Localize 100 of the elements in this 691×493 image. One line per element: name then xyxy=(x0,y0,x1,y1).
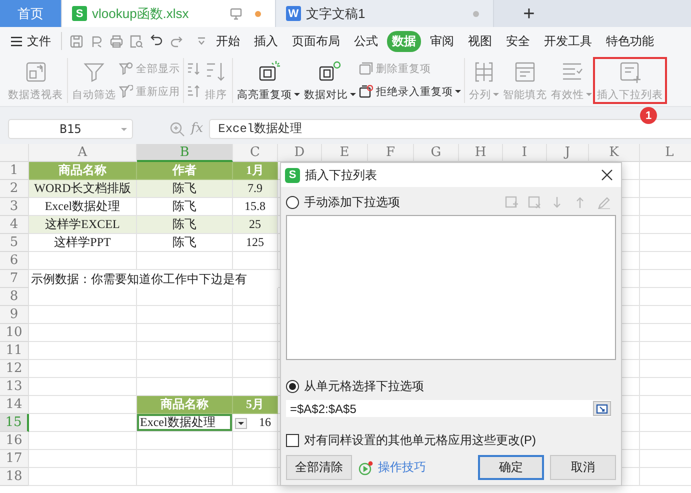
column-header[interactable]: G xyxy=(414,144,459,162)
filter-eye-icon xyxy=(119,62,133,76)
table-cell: 陈飞 xyxy=(137,180,233,198)
row-header[interactable]: 9 xyxy=(0,306,29,324)
more-icon xyxy=(196,36,207,46)
ribbon-button[interactable]: 高亮重复项 xyxy=(235,58,302,103)
note-text: 示例数据：你需要知道你工作中下边是有 xyxy=(29,270,278,288)
row-header[interactable]: 10 xyxy=(0,324,29,342)
header-cell: 商品名称 xyxy=(137,396,233,414)
dialog-title: 插入下拉列表 xyxy=(305,166,378,184)
radio-button[interactable] xyxy=(286,196,299,208)
print-icon xyxy=(110,34,123,48)
row-header[interactable]: 16 xyxy=(0,432,29,450)
checkbox[interactable] xyxy=(286,434,299,446)
filter-refresh-icon xyxy=(119,84,133,99)
table-cell[interactable]: Excel数据处理 xyxy=(137,414,233,432)
row-header[interactable]: 6 xyxy=(0,252,29,270)
name-box[interactable]: B15 xyxy=(8,118,133,138)
header-cell: 1月 xyxy=(233,162,278,180)
dropdown-button[interactable] xyxy=(235,418,247,429)
column-header[interactable]: J xyxy=(547,144,589,162)
checkbox-label: 对有同样设置的其他单元格应用这些更改(P) xyxy=(304,432,536,448)
table-cell: WORD长文档排版 xyxy=(29,180,137,198)
row-header[interactable]: 8 xyxy=(0,288,29,306)
cancel-button[interactable]: 取消 xyxy=(550,455,616,480)
tips-link[interactable]: 操作技巧 xyxy=(378,459,426,476)
header-cell: 商品名称 xyxy=(29,162,137,180)
ribbon-button[interactable]: 数据对比 xyxy=(302,58,358,103)
column-header[interactable]: D xyxy=(278,144,322,162)
reject-duplicates-icon xyxy=(359,84,373,99)
range-field[interactable]: =$A$2:$A$5 xyxy=(286,400,611,417)
ribbon-button[interactable]: 拒绝录入重复项 xyxy=(359,82,461,102)
table-cell: 这样学EXCEL xyxy=(29,216,137,234)
option-label: 手动添加下拉选项 xyxy=(304,194,400,210)
function-label: fx xyxy=(191,121,204,136)
row-header[interactable]: 12 xyxy=(0,360,29,378)
document-tab[interactable]: S vlookup函数.xlsx xyxy=(62,0,276,27)
menu-tab[interactable]: 公式 xyxy=(349,30,383,52)
row-header[interactable]: 14 xyxy=(0,396,29,414)
menu-tab[interactable]: 开始 xyxy=(211,30,245,52)
select-all-corner[interactable] xyxy=(0,144,29,162)
row-header[interactable]: 1 xyxy=(0,162,29,180)
range-picker-button[interactable] xyxy=(593,401,611,416)
range-picker-icon xyxy=(596,404,608,414)
document-tab[interactable]: W 文字文稿1 xyxy=(276,0,494,27)
fill-icon xyxy=(513,60,537,84)
column-header[interactable]: K xyxy=(589,144,640,162)
row-header[interactable]: 18 xyxy=(0,468,29,486)
row-header[interactable]: 13 xyxy=(0,378,29,396)
column-header[interactable]: B xyxy=(137,144,233,162)
compare-icon xyxy=(318,60,342,84)
row-header[interactable]: 11 xyxy=(0,342,29,360)
undo-icon xyxy=(150,33,163,46)
row-header[interactable]: 5 xyxy=(0,234,29,252)
formula-field[interactable]: Excel数据处理 xyxy=(209,118,691,138)
row-header[interactable]: 4 xyxy=(0,216,29,234)
document-tab[interactable]: 首页 xyxy=(0,0,62,27)
row-header[interactable]: 3 xyxy=(0,198,29,216)
sort-ascending-icon xyxy=(187,62,201,76)
menu-tab[interactable]: 安全 xyxy=(501,30,535,52)
pivot-table-icon xyxy=(24,60,48,84)
table-cell: 7.9 xyxy=(233,180,278,198)
row-header[interactable]: 7 xyxy=(0,270,29,288)
radio-button[interactable] xyxy=(286,380,299,392)
menu-tab[interactable]: 审阅 xyxy=(425,30,459,52)
save-icon xyxy=(70,34,83,48)
column-header[interactable]: A xyxy=(29,144,137,162)
file-menu-button[interactable]: 文件 xyxy=(10,32,51,50)
zoom-icon xyxy=(169,120,185,136)
menu-tab[interactable]: 插入 xyxy=(249,30,283,52)
new-tab-button[interactable]: + xyxy=(514,0,544,27)
option-label: 从单元格选择下拉选项 xyxy=(304,378,424,394)
column-header[interactable]: L xyxy=(640,144,691,162)
clear-all-button[interactable]: 全部清除 xyxy=(286,455,352,480)
column-header[interactable]: H xyxy=(459,144,503,162)
column-header[interactable]: E xyxy=(322,144,368,162)
column-header[interactable]: C xyxy=(233,144,278,162)
row-header[interactable]: 2 xyxy=(0,180,29,198)
monitor-icon xyxy=(230,8,242,20)
print-preview-icon xyxy=(130,34,143,48)
header-cell: 5月 xyxy=(233,396,278,414)
highlight-duplicates-icon xyxy=(256,60,280,84)
redo-icon xyxy=(170,34,183,48)
menu-tab[interactable]: 数据 xyxy=(387,30,421,52)
dropdown-list-icon xyxy=(618,60,642,84)
ok-button[interactable]: 确定 xyxy=(478,455,544,480)
menu-tab[interactable]: 特色功能 xyxy=(601,30,659,52)
menu-tab[interactable]: 开发工具 xyxy=(539,30,597,52)
menu-tab[interactable]: 视图 xyxy=(463,30,497,52)
sort-descending-icon xyxy=(187,84,201,99)
remove-duplicates-icon xyxy=(359,62,373,76)
app-logo: W xyxy=(286,6,301,21)
close-icon xyxy=(601,169,613,181)
row-header[interactable]: 15 xyxy=(0,414,29,432)
column-header[interactable]: F xyxy=(368,144,414,162)
column-header[interactable]: I xyxy=(503,144,547,162)
app-logo: S xyxy=(72,6,87,21)
row-header[interactable]: 17 xyxy=(0,450,29,468)
menu-icon xyxy=(10,36,23,46)
menu-tab[interactable]: 页面布局 xyxy=(287,30,345,52)
